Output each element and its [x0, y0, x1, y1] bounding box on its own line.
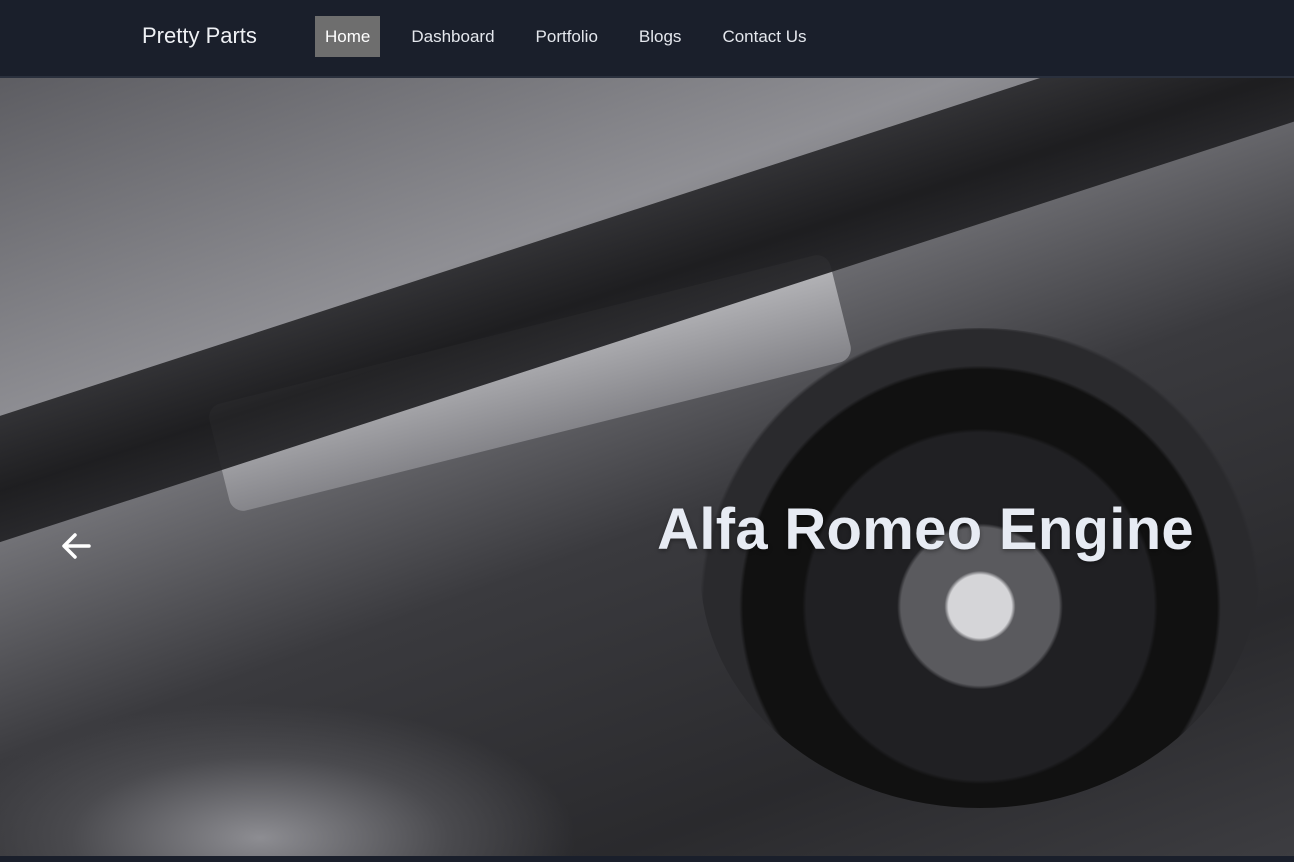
brand-link[interactable]: Pretty Parts: [142, 23, 257, 49]
nav-item-blogs[interactable]: Blogs: [629, 16, 692, 57]
carousel-prev-button[interactable]: [56, 526, 96, 566]
hero-carousel: Alfa Romeo Engine: [0, 78, 1294, 856]
main-nav: Home Dashboard Portfolio Blogs Contact U…: [315, 16, 838, 57]
nav-item-contact-us[interactable]: Contact Us: [712, 16, 816, 57]
carousel-caption: Alfa Romeo Engine: [657, 497, 1194, 562]
nav-item-home[interactable]: Home: [315, 16, 381, 57]
nav-item-portfolio[interactable]: Portfolio: [526, 16, 608, 57]
navbar: Pretty Parts Home Dashboard Portfolio Bl…: [0, 0, 1294, 78]
engine-pulley-image: [700, 328, 1260, 808]
arrow-left-icon: [62, 533, 91, 559]
nav-item-dashboard[interactable]: Dashboard: [401, 16, 504, 57]
